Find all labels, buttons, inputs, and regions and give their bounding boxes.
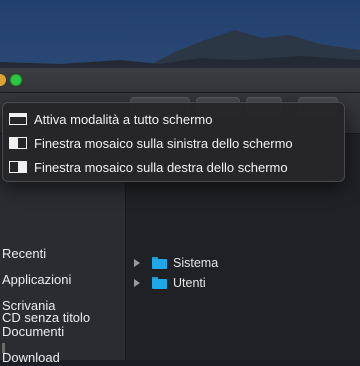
disclosure-triangle-icon[interactable] [134, 279, 140, 287]
sidebar-scroll-indicator [2, 343, 5, 353]
list-item-label: Utenti [173, 276, 206, 290]
menu-item-label: Finestra mosaico sulla destra dello sche… [34, 159, 288, 175]
wallpaper-mountains [0, 30, 360, 70]
fullscreen-icon [9, 113, 27, 125]
fullscreen-button[interactable] [10, 74, 22, 86]
fullscreen-popover-menu: Attiva modalità a tutto schermo Finestra… [2, 102, 345, 182]
sidebar-item-documenti[interactable]: Documenti [2, 324, 64, 340]
menu-item-label: Attiva modalità a tutto schermo [34, 111, 213, 127]
sidebar-item-recenti[interactable]: Recenti [2, 246, 46, 262]
disclosure-triangle-icon[interactable] [134, 259, 140, 267]
folder-icon [152, 257, 167, 269]
list-item[interactable]: Sistema [134, 254, 218, 272]
sidebar-item-applicazioni[interactable]: Applicazioni [2, 272, 71, 288]
folder-icon [152, 277, 167, 289]
minimize-button[interactable] [0, 74, 6, 86]
sidebar-item-download[interactable]: Download [2, 350, 60, 366]
tile-left-icon [9, 137, 27, 149]
sidebar-item-cd-senza-titolo[interactable]: CD senza titolo [2, 310, 90, 326]
list-item-label: Sistema [173, 256, 219, 270]
menu-item-tile-left[interactable]: Finestra mosaico sulla sinistra dello sc… [9, 133, 293, 153]
menu-item-label: Finestra mosaico sulla sinistra dello sc… [34, 135, 293, 151]
window-titlebar [0, 68, 360, 93]
tile-right-icon [9, 161, 27, 173]
menu-item-fullscreen[interactable]: Attiva modalità a tutto schermo [9, 109, 212, 129]
list-item[interactable]: Utenti [134, 274, 206, 292]
menu-item-tile-right[interactable]: Finestra mosaico sulla destra dello sche… [9, 157, 288, 177]
